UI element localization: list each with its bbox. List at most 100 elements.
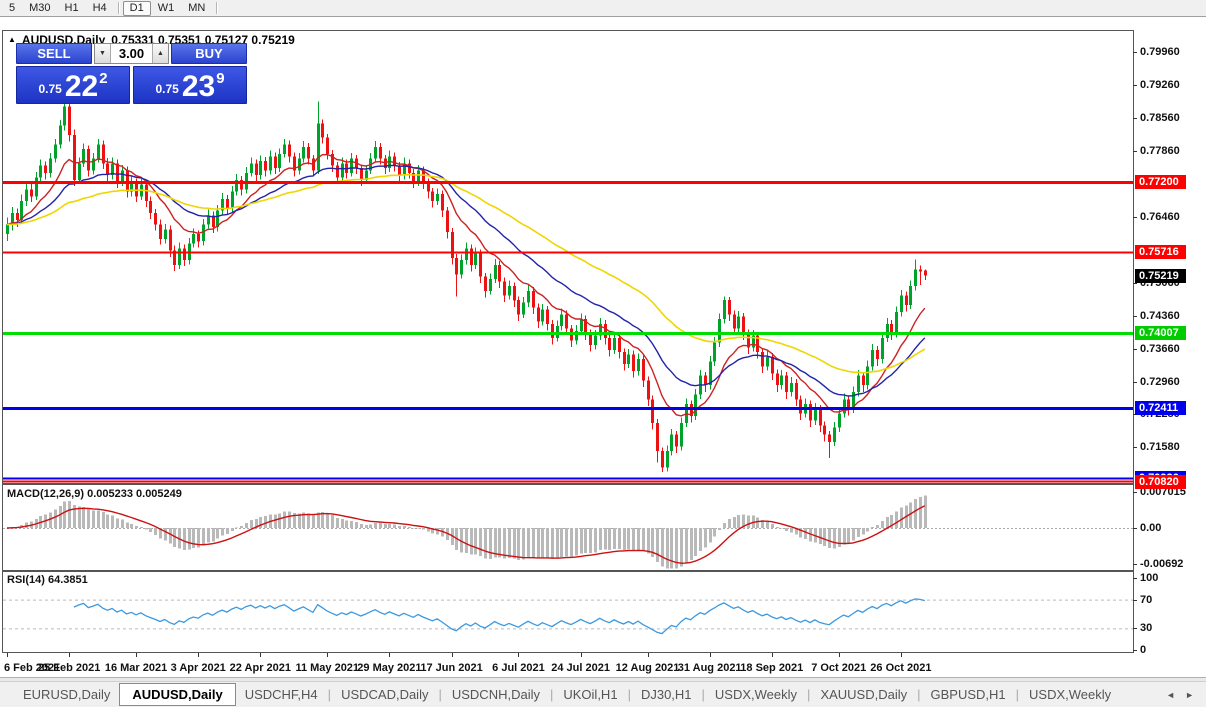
tab-scroll-arrows: ◄ ► [1166, 690, 1194, 700]
macd-tick-0.00-tickmark [1133, 528, 1137, 529]
volume-up-button[interactable]: ▲ [152, 44, 168, 63]
chart-tab-audusd-daily-active[interactable]: AUDUSD,Daily [119, 683, 236, 706]
rsi-tick-30-tickmark [1133, 628, 1137, 629]
sell-price-prefix: 0.75 [38, 82, 62, 96]
tab-scroll-left-icon[interactable]: ◄ [1166, 690, 1175, 700]
chart-tab-usdx-weekly[interactable]: USDX,Weekly [1020, 684, 1120, 705]
chart-tab-eurusd-daily[interactable]: EURUSD,Daily [14, 684, 119, 705]
chart-tab-ukoil-h1[interactable]: UKOil,H1 [554, 684, 626, 705]
date-label-11-may-2021: 11 May 2021 [295, 662, 360, 674]
date-label-18-sep-2021: 18 Sep 2021 [740, 662, 804, 674]
buy-price-prefix: 0.75 [155, 82, 179, 96]
rsi-tick-0: 0 [1140, 644, 1147, 656]
price-tick-0.73660-tickmark [1133, 349, 1137, 350]
chart-tab-usdcnh-daily[interactable]: USDCNH,Daily [443, 684, 549, 705]
date-tick-22-apr-2021 [260, 653, 261, 657]
price-line-badge-0.77200: 0.77200 [1135, 175, 1186, 190]
date-tick-24-jul-2021 [581, 653, 582, 657]
rsi-tick-100-tickmark [1133, 578, 1137, 579]
timeframe-button-h4[interactable]: H4 [86, 1, 114, 16]
date-label-25-feb-2021: 25 Feb 2021 [37, 662, 101, 674]
date-tick-25-feb-2021 [69, 653, 70, 657]
timeframe-button-mn[interactable]: MN [181, 1, 212, 16]
price-line-badge-0.74007: 0.74007 [1135, 325, 1186, 340]
date-tick-18-sep-2021 [772, 653, 773, 657]
date-tick-17-jun-2021 [452, 653, 453, 657]
sell-price-button[interactable]: 0.75 22 2 [16, 66, 130, 104]
rsi-line [73, 598, 925, 635]
buy-button[interactable]: BUY [171, 43, 247, 64]
buy-price-big: 23 [181, 70, 216, 103]
timeframe-button-w1[interactable]: W1 [151, 1, 182, 16]
price-line-badge-0.72411: 0.72411 [1135, 401, 1186, 416]
price-tick-0.78560: 0.78560 [1140, 112, 1180, 125]
timeframe-button-5[interactable]: 5 [2, 1, 22, 16]
date-tick-3-apr-2021 [198, 653, 199, 657]
price-line-badge-0.70820: 0.70820 [1135, 475, 1186, 489]
chart-tab-usdcad-daily[interactable]: USDCAD,Daily [332, 684, 437, 705]
rsi-tick-0-tickmark [1133, 650, 1137, 651]
toolbar-separator [117, 2, 119, 14]
timeframe-button-h1[interactable]: H1 [58, 1, 86, 16]
price-tick-0.76460: 0.76460 [1140, 211, 1180, 224]
timeframe-toolbar: 5 M30 H1 H4 D1 W1 MN [0, 0, 1206, 17]
date-tick-26-oct-2021 [901, 653, 902, 657]
date-tick-16-mar-2021 [136, 653, 137, 657]
chart-tab-gbpusd-h1[interactable]: GBPUSD,H1 [922, 684, 1015, 705]
rsi-label: RSI(14) 64.3851 [7, 574, 88, 586]
date-tick-6-feb-2021 [7, 653, 8, 657]
price-tick-0.71580-tickmark [1133, 447, 1137, 448]
price-tick-0.72960: 0.72960 [1140, 376, 1180, 389]
one-click-trade-panel: SELL ▼ 3.00 ▲ BUY 0.75 22 2 0.75 23 9 [16, 43, 249, 104]
volume-input[interactable]: 3.00 [111, 44, 152, 63]
sell-price-big: 22 [64, 70, 99, 103]
price-tick-0.78560-tickmark [1133, 118, 1137, 119]
macd-histogram-group [6, 495, 927, 569]
current-price-badge: 0.75219 [1135, 268, 1186, 283]
rsi-tick-30: 30 [1140, 622, 1153, 635]
chart-tab-usdchf-h4[interactable]: USDCHF,H4 [236, 684, 327, 705]
chart-tab-usdx-weekly[interactable]: USDX,Weekly [706, 684, 806, 705]
date-label-6-jul-2021: 6 Jul 2021 [492, 662, 545, 674]
buy-price-button[interactable]: 0.75 23 9 [133, 66, 247, 104]
volume-stepper: ▼ 3.00 ▲ [94, 43, 169, 64]
timeframe-button-m30[interactable]: M30 [22, 1, 57, 16]
date-tick-12-aug-2021 [648, 653, 649, 657]
macd-tick--0.00692: -0.00692 [1140, 557, 1184, 570]
timeframe-button-d1[interactable]: D1 [122, 0, 151, 16]
horizontal-lines-group [3, 181, 1133, 483]
date-tick-11-may-2021 [327, 653, 328, 657]
price-tick-0.71580: 0.71580 [1140, 441, 1180, 454]
ma-line-55 [6, 174, 926, 374]
date-label-26-oct-2021: 26 Oct 2021 [870, 662, 932, 674]
price-tick-0.79960: 0.79960 [1140, 45, 1180, 58]
rsi-tick-70: 70 [1140, 593, 1153, 606]
main-macd-splitter[interactable] [2, 483, 1133, 485]
price-tick-0.75060-tickmark [1133, 283, 1137, 284]
collapse-arrow-icon[interactable]: ▲ [8, 36, 16, 44]
chart-frame-bottom-border [2, 652, 1133, 653]
macd-tick-0.007015-tickmark [1133, 492, 1137, 493]
price-tick-0.74360-tickmark [1133, 316, 1137, 317]
buy-price-sup: 9 [216, 70, 225, 87]
price-tick-0.79260-tickmark [1133, 85, 1137, 86]
sell-button[interactable]: SELL [16, 43, 92, 64]
tab-scroll-right-icon[interactable]: ► [1185, 690, 1194, 700]
price-line-badge-0.75716: 0.75716 [1135, 245, 1186, 260]
chart-tab-dj30-h1[interactable]: DJ30,H1 [632, 684, 701, 705]
chevron-up-icon: ▲ [157, 50, 164, 57]
macd-tick-0.00: 0.00 [1140, 522, 1162, 534]
date-label-3-apr-2021: 3 Apr 2021 [170, 662, 226, 674]
chevron-down-icon: ▼ [99, 50, 106, 57]
price-tick-0.79960-tickmark [1133, 52, 1137, 53]
date-label-7-oct-2021: 7 Oct 2021 [811, 662, 867, 674]
price-tick-0.76460-tickmark [1133, 217, 1137, 218]
candles-group [6, 101, 927, 472]
date-label-16-mar-2021: 16 Mar 2021 [104, 662, 168, 674]
volume-down-button[interactable]: ▼ [95, 44, 111, 63]
date-label-29-may-2021: 29 May 2021 [357, 662, 422, 674]
chart-tab-xauusd-daily[interactable]: XAUUSD,Daily [811, 684, 916, 705]
date-label-24-jul-2021: 24 Jul 2021 [551, 662, 610, 674]
price-tick-0.72960-tickmark [1133, 382, 1137, 383]
price-tick-0.73660: 0.73660 [1140, 343, 1180, 356]
